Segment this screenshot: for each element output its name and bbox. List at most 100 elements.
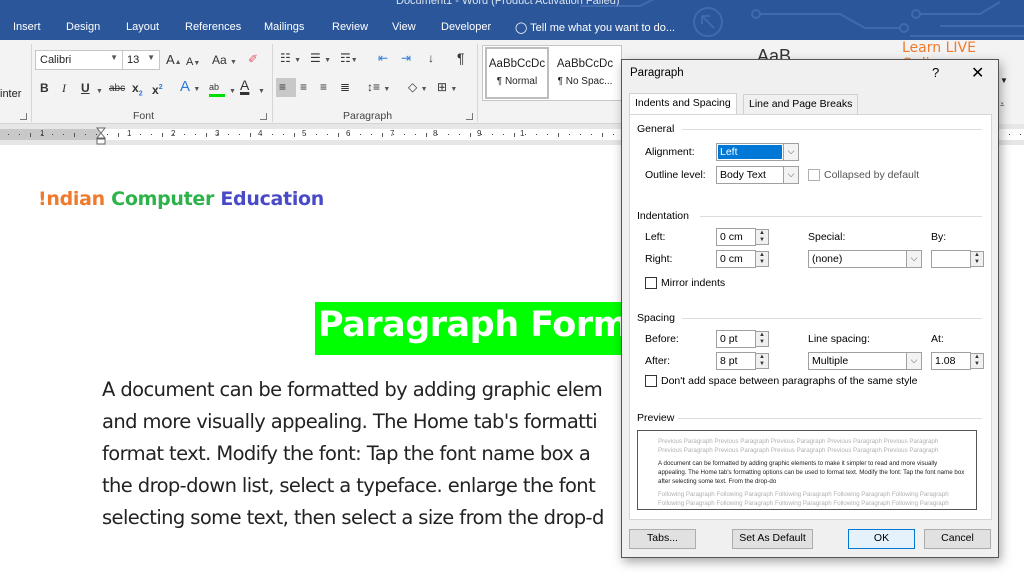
indent-left-spinner[interactable]: ▲ ▼ (755, 229, 769, 245)
underline-dropdown[interactable]: ▼ (96, 82, 103, 99)
set-as-default-button[interactable]: Set As Default (732, 529, 813, 549)
spacing-after-spinner[interactable]: ▲ ▼ (755, 353, 769, 369)
style-heading-preview[interactable]: AaB (757, 46, 791, 60)
ruler-tick (503, 134, 504, 135)
clear-formatting-button[interactable]: ✐ (248, 52, 258, 66)
close-button[interactable]: ✕ (971, 63, 984, 83)
line-spacing-button[interactable]: ↕≡ ▼ (367, 80, 390, 97)
align-center-button[interactable]: ≡ (300, 80, 307, 94)
spacing-before-value: 0 pt (720, 333, 738, 345)
subscript-button[interactable]: x2 (132, 81, 143, 101)
body-line: format text. Modify the font: Tap the fo… (102, 442, 591, 465)
ruler-tick (173, 134, 174, 135)
ok-button[interactable]: OK (848, 529, 915, 549)
decrease-indent-button[interactable]: ⇤ (378, 51, 388, 65)
spacing-after-value: 8 pt (720, 355, 738, 367)
collapsed-by-default-checkbox[interactable] (808, 169, 820, 181)
group-separator (272, 44, 273, 122)
font-name-combo[interactable]: Calibri ▼ (35, 50, 123, 70)
text-effects-button[interactable]: A ▼ (180, 79, 200, 97)
align-right-button[interactable]: ≡ (320, 80, 327, 94)
chevron-down-icon[interactable]: ⌵ (906, 352, 922, 370)
align-left-icon: ≡ (279, 80, 287, 94)
at-input[interactable]: 1.08 (931, 352, 971, 370)
document-heading: Paragraph Forma (315, 302, 655, 355)
line-spacing-select[interactable]: Multiple (808, 352, 908, 370)
clipboard-launcher-icon[interactable]: . (20, 113, 27, 120)
tab-line-and-page-breaks[interactable]: Line and Page Breaks (743, 94, 859, 114)
grow-font-icon: A (166, 52, 175, 67)
font-size-combo[interactable]: 13 ▼ (122, 50, 160, 70)
chevron-down-icon[interactable]: ⌵ (906, 250, 922, 268)
chevron-down-icon[interactable]: ⌵ (783, 166, 799, 184)
bold-button[interactable]: B (40, 81, 49, 95)
tab-references[interactable]: References (185, 21, 241, 33)
by-input[interactable] (931, 250, 971, 268)
font-color-dropdown[interactable]: ▼ (258, 82, 265, 99)
dont-add-space-checkbox[interactable] (645, 375, 657, 387)
spacing-before-spinner[interactable]: ▲ ▼ (755, 331, 769, 347)
paragraph-launcher-icon[interactable]: . (466, 113, 473, 120)
indent-marker-icon[interactable] (96, 127, 106, 145)
indent-left-input[interactable]: 0 cm (716, 228, 756, 246)
ruler-tick (1009, 134, 1010, 135)
preview-previous-line: Previous Paragraph Previous Paragraph Pr… (658, 438, 939, 445)
bullets-button[interactable]: ☷ ▼ (280, 51, 301, 68)
tab-insert[interactable]: Insert (13, 21, 41, 33)
tabs-button[interactable]: Tabs... (629, 529, 696, 549)
tab-view[interactable]: View (392, 21, 416, 33)
mirror-indents-checkbox[interactable] (645, 277, 657, 289)
superscript-button[interactable]: x2 (152, 81, 163, 97)
font-size-value: 13 (127, 54, 140, 66)
sort-button[interactable]: ↓ (428, 51, 434, 65)
italic-button[interactable]: I (62, 81, 66, 95)
spacing-before-input[interactable]: 0 pt (716, 330, 756, 348)
preview-previous-line: Previous Paragraph Previous Paragraph Pr… (658, 447, 939, 454)
tab-layout[interactable]: Layout (126, 21, 159, 33)
mirror-indents-label: Mirror indents (661, 277, 726, 289)
cancel-button[interactable]: Cancel (924, 529, 991, 549)
borders-button[interactable]: ⊞ ▼ (437, 80, 457, 97)
tab-review[interactable]: Review (332, 21, 368, 33)
shading-button[interactable]: ◇ ▼ (408, 80, 428, 97)
tab-indents-and-spacing[interactable]: Indents and Spacing (629, 93, 737, 115)
highlight-dropdown[interactable]: ▼ (229, 82, 236, 99)
spacing-after-input[interactable]: 8 pt (716, 352, 756, 370)
numbering-button[interactable]: ☰ ▼ (310, 51, 331, 68)
tab-design[interactable]: Design (66, 21, 100, 33)
ruler-tick (404, 134, 405, 135)
alignment-select[interactable]: Left (716, 143, 784, 161)
style-no-spacing[interactable]: AaBbCcDc ¶ No Spac... (551, 47, 619, 99)
highlight-button[interactable]: ab (209, 80, 225, 97)
font-color-button[interactable]: A (240, 78, 249, 92)
tab-mailings[interactable]: Mailings (264, 21, 304, 33)
format-painter-button[interactable]: inter (0, 88, 21, 100)
strikethrough-button[interactable]: abc (109, 82, 125, 96)
special-select[interactable]: (none) (808, 250, 908, 268)
tab-developer[interactable]: Developer (441, 21, 491, 33)
show-marks-button[interactable]: ¶ (457, 51, 465, 65)
justify-button[interactable]: ≣ (340, 80, 350, 94)
underline-button[interactable]: U (81, 81, 90, 95)
at-spinner[interactable]: ▲ ▼ (970, 353, 984, 369)
align-left-button[interactable]: ≡ (276, 78, 296, 97)
outline-level-select[interactable]: Body Text (716, 166, 784, 184)
style-normal[interactable]: AaBbCcDc ¶ Normal (485, 47, 549, 99)
multilevel-list-button[interactable]: ☶▼ (340, 51, 358, 68)
ruler-tick (107, 134, 108, 135)
change-case-button[interactable]: Aa ▼ (212, 53, 237, 70)
ruler-tick (162, 133, 163, 137)
ruler-tick (1020, 134, 1021, 135)
by-spinner[interactable]: ▲ ▼ (970, 251, 984, 267)
ruler-tick (129, 134, 130, 135)
decrease-indent-icon: ⇤ (378, 51, 389, 65)
grow-font-button[interactable]: A▲ (166, 53, 182, 70)
shrink-font-button[interactable]: A▼ (186, 55, 200, 71)
increase-indent-button[interactable]: ⇥ (401, 51, 411, 65)
chevron-down-icon[interactable]: ⌵ (783, 143, 799, 161)
help-button[interactable]: ? (932, 65, 939, 80)
indent-right-spinner[interactable]: ▲ ▼ (755, 251, 769, 267)
font-launcher-icon[interactable]: . (260, 113, 267, 120)
indent-right-input[interactable]: 0 cm (716, 250, 756, 268)
ruler-tick (30, 133, 31, 137)
